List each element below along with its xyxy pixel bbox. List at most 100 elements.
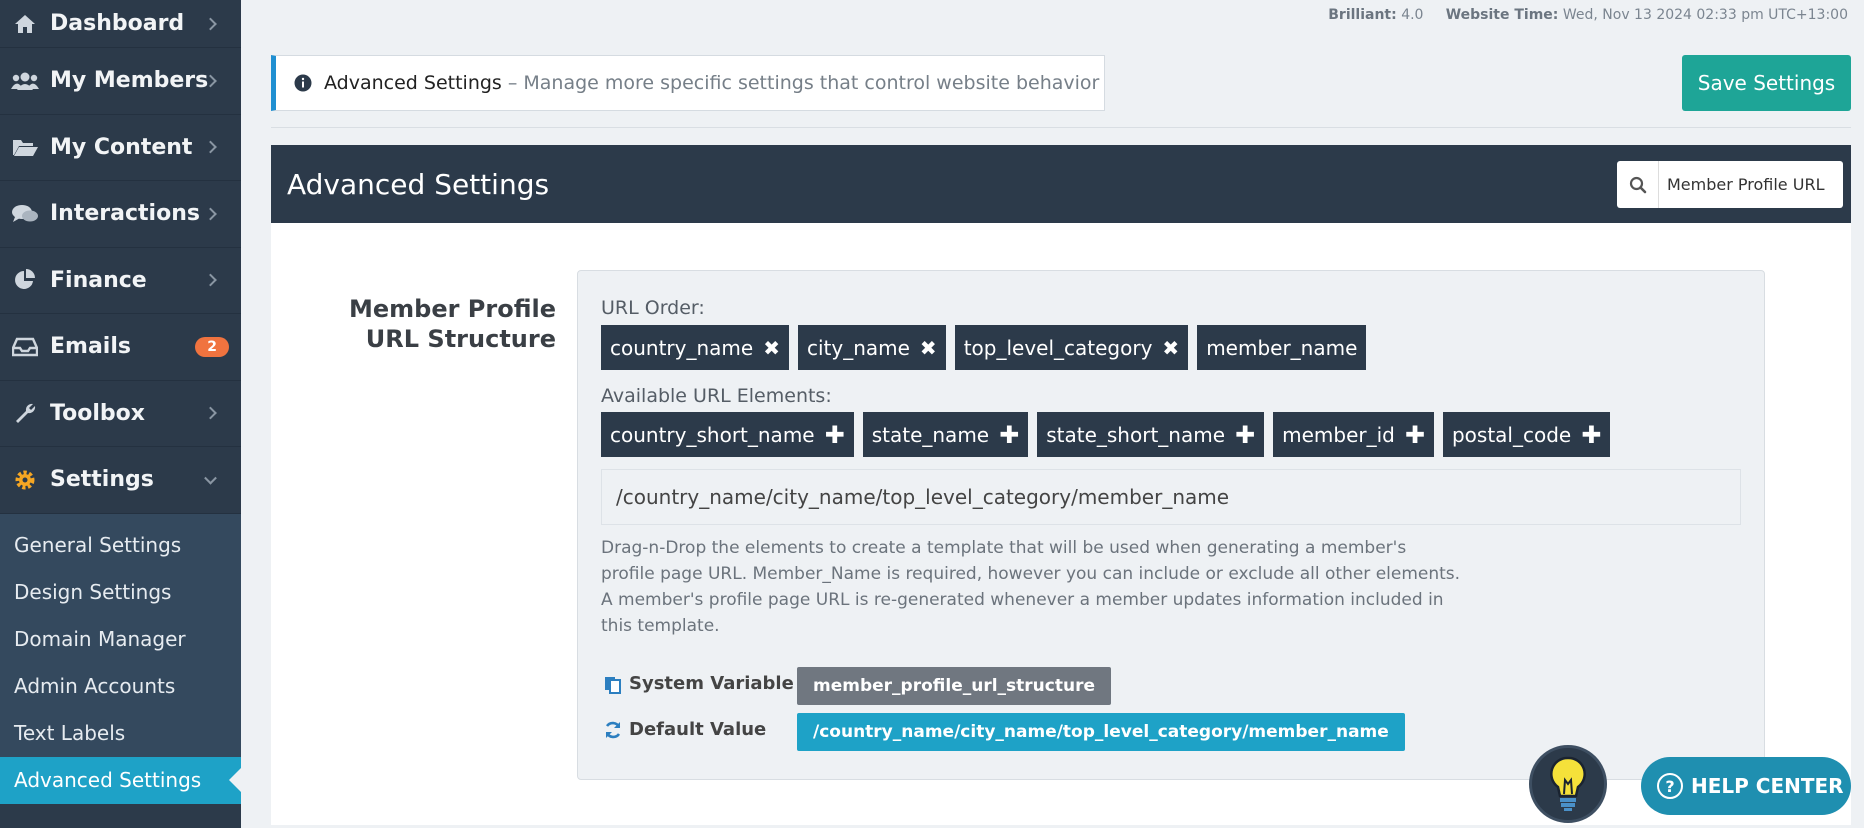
search-icon <box>1617 161 1659 208</box>
pie-chart-icon <box>10 268 40 292</box>
chevron-down-icon <box>204 471 217 485</box>
sidebar-item-label: Interactions <box>50 201 200 227</box>
divider <box>271 127 1851 128</box>
url-order-tag[interactable]: country_name ✖ <box>601 325 789 370</box>
users-icon <box>10 69 40 93</box>
sidebar-item-label: Finance <box>50 267 147 293</box>
submenu-item-general-settings[interactable]: General Settings <box>0 522 241 569</box>
sidebar-item-label: Dashboard <box>50 11 185 36</box>
submenu-item-domain-manager[interactable]: Domain Manager <box>0 616 241 663</box>
chevron-right-icon <box>204 140 217 154</box>
available-element-tag[interactable]: member_id ✚ <box>1273 412 1434 457</box>
sidebar-item-label: My Content <box>50 134 193 160</box>
sidebar-item-toolbox[interactable]: Toolbox <box>0 381 241 447</box>
submenu-item-design-settings[interactable]: Design Settings <box>0 569 241 616</box>
url-preview: /country_name/city_name/top_level_catego… <box>601 469 1741 525</box>
field-label: Member Profile URL Structure <box>348 295 556 353</box>
sidebar-item-label: My Members <box>50 68 209 94</box>
url-order-tag[interactable]: top_level_category ✖ <box>954 325 1189 370</box>
remove-icon[interactable]: ✖ <box>1162 336 1179 360</box>
add-icon[interactable]: ✚ <box>999 421 1019 449</box>
chevron-right-icon <box>204 17 217 30</box>
default-value-chip[interactable]: /country_name/city_name/top_level_catego… <box>797 713 1405 751</box>
tag-label: top_level_category <box>963 335 1153 360</box>
default-value-label: Default Value <box>629 719 767 740</box>
panel-title: Advanced Settings <box>287 167 550 201</box>
version-value: 4.0 <box>1401 7 1424 23</box>
chevron-right-icon <box>204 207 217 221</box>
settings-submenu: General Settings Design Settings Domain … <box>0 513 241 804</box>
system-variable-chip[interactable]: member_profile_url_structure <box>797 667 1111 705</box>
submenu-item-text-labels[interactable]: Text Labels <box>0 710 241 757</box>
sidebar-item-settings[interactable]: Settings <box>0 447 241 514</box>
url-order-tag[interactable]: member_name <box>1197 325 1367 370</box>
remove-icon[interactable]: ✖ <box>920 336 937 360</box>
tag-label: country_short_name <box>610 422 815 447</box>
home-icon <box>10 12 40 36</box>
available-elements-list: country_short_name ✚ state_name ✚ state_sh… <box>601 412 1611 457</box>
available-element-tag[interactable]: state_short_name ✚ <box>1037 412 1265 457</box>
emails-count-badge: 2 <box>195 336 229 357</box>
add-icon[interactable]: ✚ <box>825 421 845 449</box>
add-icon[interactable]: ✚ <box>1235 421 1255 449</box>
tag-label: state_name <box>871 422 990 447</box>
tag-label: city_name <box>806 335 910 360</box>
available-element-tag[interactable]: postal_code ✚ <box>1442 412 1611 457</box>
sidebar-item-my-members[interactable]: My Members <box>0 48 241 115</box>
url-order-label: URL Order: <box>601 297 705 319</box>
available-element-tag[interactable]: state_name ✚ <box>862 412 1029 457</box>
add-icon[interactable]: ✚ <box>1581 421 1601 449</box>
help-center-button[interactable]: ? HELP CENTER <box>1641 757 1851 815</box>
tag-label: member_id <box>1282 422 1395 447</box>
help-text: Drag-n-Drop the elements to create a tem… <box>601 538 1461 636</box>
available-elements-label: Available URL Elements: <box>601 385 832 407</box>
submenu-item-advanced-settings[interactable]: Advanced Settings <box>0 756 241 804</box>
wrench-icon <box>10 401 40 425</box>
copy-icon[interactable] <box>603 674 623 694</box>
url-order-list: country_name ✖ city_name ✖ top_level_categ… <box>601 325 1367 370</box>
notice-subtitle: – Manage more specific settings that con… <box>507 72 1100 94</box>
inbox-icon <box>10 335 40 359</box>
search-input[interactable] <box>1659 175 1839 194</box>
settings-search <box>1617 161 1843 208</box>
chevron-right-icon <box>204 273 217 287</box>
tag-label: state_short_name <box>1046 422 1225 447</box>
tag-label: postal_code <box>1451 422 1572 447</box>
gear-icon <box>10 468 40 492</box>
tag-label: member_name <box>1206 335 1358 360</box>
website-time-value: Wed, Nov 13 2024 02:33 pm UTC+13:00 <box>1562 7 1848 23</box>
remove-icon[interactable]: ✖ <box>763 336 780 360</box>
comments-icon <box>10 202 40 226</box>
sidebar-item-label: Settings <box>50 467 154 493</box>
default-value-row: Default Value <box>603 719 766 740</box>
sidebar-item-my-content[interactable]: My Content <box>0 115 241 181</box>
panel-header: Advanced Settings <box>271 145 1851 223</box>
page-notice: Advanced Settings – Manage more specific… <box>271 55 1105 111</box>
sidebar-item-label: Toolbox <box>50 400 145 426</box>
system-variable-label: System Variable <box>629 673 794 694</box>
notice-title: Advanced Settings <box>324 72 502 94</box>
sidebar-item-emails[interactable]: Emails 2 <box>0 314 241 381</box>
folder-icon <box>10 135 40 159</box>
lightbulb-icon[interactable] <box>1529 745 1607 823</box>
sidebar: Dashboard My Members My Content Interact… <box>0 0 241 828</box>
help-center-label: HELP CENTER <box>1691 774 1844 798</box>
tag-label: country_name <box>610 335 754 360</box>
sidebar-item-dashboard[interactable]: Dashboard <box>0 0 241 48</box>
refresh-icon[interactable] <box>603 720 623 740</box>
url-order-tag[interactable]: city_name ✖ <box>797 325 946 370</box>
system-variable-row: System Variable <box>603 673 794 694</box>
available-element-tag[interactable]: country_short_name ✚ <box>601 412 854 457</box>
info-icon <box>294 74 312 92</box>
sidebar-item-finance[interactable]: Finance <box>0 248 241 314</box>
sidebar-item-interactions[interactable]: Interactions <box>0 181 241 248</box>
save-settings-button[interactable]: Save Settings <box>1682 55 1851 111</box>
top-info: Brilliant: 4.0 Website Time: Wed, Nov 13… <box>1328 7 1848 23</box>
question-icon: ? <box>1657 773 1683 799</box>
submenu-item-admin-accounts[interactable]: Admin Accounts <box>0 663 241 710</box>
version-label: Brilliant: <box>1328 7 1397 23</box>
sidebar-item-label: Emails <box>50 334 131 360</box>
chevron-right-icon <box>204 406 217 420</box>
website-time-label: Website Time: <box>1445 7 1559 23</box>
add-icon[interactable]: ✚ <box>1405 421 1425 449</box>
